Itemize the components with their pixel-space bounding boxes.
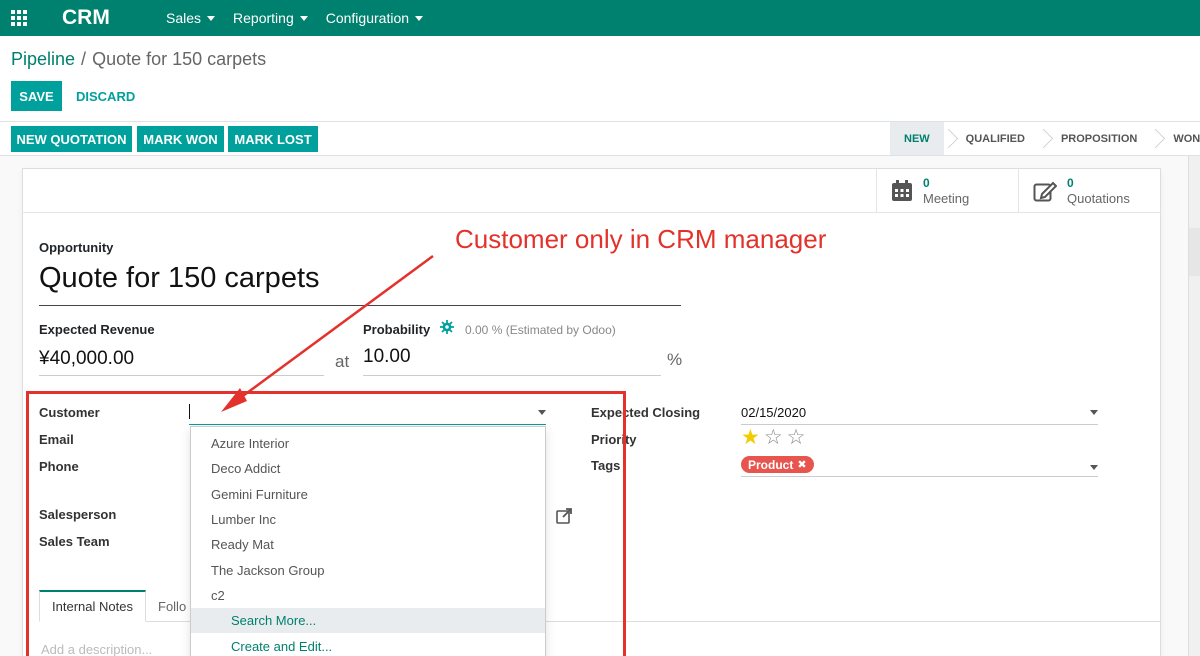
mark-lost-button[interactable]: MARK LOST: [228, 126, 318, 152]
expected-closing-value: 02/15/2020: [741, 405, 807, 420]
breadcrumb: Pipeline / Quote for 150 carpets: [11, 49, 266, 70]
status-bar: NEW QUOTATION MARK WON MARK LOST NEW QUA…: [0, 122, 1200, 156]
chevron-down-icon: [299, 15, 308, 21]
menu-configuration-label: Configuration: [325, 10, 410, 26]
stage-new[interactable]: NEW: [890, 122, 944, 155]
apps-menu-icon[interactable]: [0, 0, 38, 36]
at-label: at: [335, 352, 350, 371]
priority-stars: ★ ☆ ☆: [741, 427, 806, 448]
breadcrumb-separator: /: [81, 49, 87, 69]
discard-button[interactable]: DISCARD: [76, 81, 135, 111]
remove-tag-icon[interactable]: ✖: [797, 458, 806, 471]
edit-icon: [1033, 181, 1057, 201]
star-empty-icon[interactable]: ☆: [764, 427, 783, 448]
probability-estimate: 0.00 % (Estimated by Odoo): [465, 323, 616, 337]
percent-sign: %: [667, 350, 683, 369]
star-filled-icon[interactable]: ★: [741, 427, 760, 448]
stage-separator: [944, 122, 952, 155]
meeting-label: Meeting: [923, 190, 970, 206]
tag-label: Product: [748, 457, 794, 472]
top-navbar: CRM Sales Reporting Configuration: [0, 0, 1200, 36]
menu-sales-label: Sales: [166, 10, 202, 26]
breadcrumb-current: Quote for 150 carpets: [92, 49, 267, 69]
meeting-smart-button[interactable]: 0 Meeting: [876, 168, 1018, 213]
save-button[interactable]: SAVE: [11, 81, 62, 111]
new-quotation-button[interactable]: NEW QUOTATION: [11, 126, 132, 152]
opportunity-label: Opportunity: [39, 240, 114, 255]
expected-revenue-input[interactable]: ¥40,000.00: [39, 348, 324, 376]
stage-qualified[interactable]: QUALIFIED: [952, 122, 1039, 155]
chevron-down-icon: [207, 15, 216, 21]
chevron-down-icon[interactable]: [1090, 465, 1098, 470]
annotation-highlight-box: [26, 391, 626, 656]
mark-won-button[interactable]: MARK WON: [137, 126, 224, 152]
menu-sales[interactable]: Sales: [166, 10, 216, 26]
breadcrumb-pipeline[interactable]: Pipeline: [11, 49, 75, 70]
tag-badge: Product ✖: [741, 456, 814, 473]
expected-closing-input[interactable]: 02/15/2020: [741, 400, 1098, 425]
stage-proposition[interactable]: PROPOSITION: [1047, 122, 1151, 155]
opportunity-name-input[interactable]: Quote for 150 carpets: [39, 262, 681, 306]
stage-separator: [1151, 122, 1159, 155]
expected-revenue-label: Expected Revenue: [39, 322, 155, 337]
chevron-down-icon: [415, 15, 424, 21]
annotation-text: Customer only in CRM manager: [455, 224, 827, 254]
gear-icon[interactable]: [440, 320, 454, 334]
menu-configuration[interactable]: Configuration: [325, 10, 424, 26]
probability-input[interactable]: 10.00: [363, 346, 661, 376]
main-menu: Sales Reporting Configuration: [166, 10, 424, 26]
stage-won[interactable]: WON: [1159, 122, 1200, 155]
chevron-down-icon[interactable]: [1090, 410, 1098, 415]
calendar-icon: [892, 179, 912, 201]
menu-reporting-label: Reporting: [233, 10, 294, 26]
tags-input[interactable]: Product ✖: [741, 455, 1098, 477]
app-brand[interactable]: CRM: [62, 6, 162, 30]
quotations-smart-button[interactable]: 0 Quotations: [1018, 168, 1161, 213]
star-empty-icon[interactable]: ☆: [787, 427, 806, 448]
stage-pipeline: NEW QUALIFIED PROPOSITION WON: [890, 122, 1200, 155]
meeting-count: 0: [923, 175, 930, 190]
chatter-edge: [1188, 156, 1200, 656]
quotations-label: Quotations: [1067, 190, 1130, 206]
probability-label: Probability: [363, 322, 431, 337]
quotations-count: 0: [1067, 175, 1074, 190]
menu-reporting[interactable]: Reporting: [233, 10, 308, 26]
smart-buttons-row: 0 Meeting 0 Quotations: [22, 168, 1161, 213]
stage-separator: [1039, 122, 1047, 155]
